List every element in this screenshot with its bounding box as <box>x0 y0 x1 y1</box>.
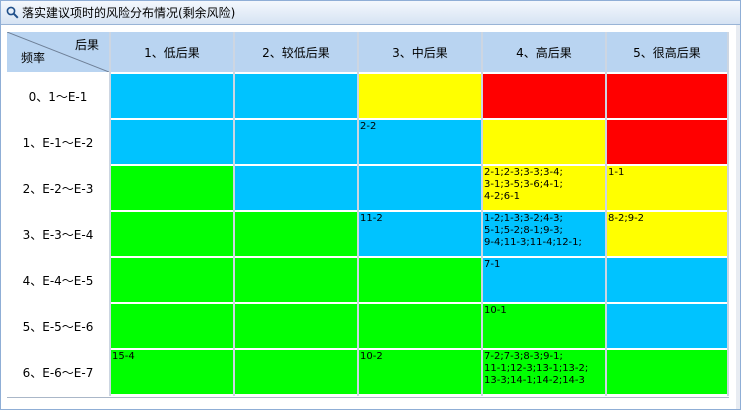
risk-cell-r1-c4[interactable] <box>483 120 605 164</box>
risk-matrix-panel: 落实建议项时的风险分布情况(剩余风险) 后果 频率 1、低后果 2、较低后果 3、中后果… <box>0 0 741 410</box>
risk-cell-r1-c1[interactable] <box>111 120 233 164</box>
grid-column-line <box>109 32 111 396</box>
risk-cell-r1-c5[interactable] <box>607 120 727 164</box>
corner-frequency-label: 频率 <box>21 51 46 65</box>
panel-title: 落实建议项时的风险分布情况(剩余风险) <box>22 6 236 20</box>
risk-cell-r4-c4[interactable]: 7-1 <box>483 258 605 302</box>
risk-cell-r5-c5[interactable] <box>607 304 727 348</box>
risk-cell-r2-c5[interactable]: 1-1 <box>607 166 727 210</box>
risk-cell-r3-c5[interactable]: 8-2;9-2 <box>607 212 727 256</box>
grid-column-line <box>605 32 607 396</box>
row-header-0[interactable]: 0、1～E-1 <box>7 74 109 118</box>
column-header-5[interactable]: 5、很高后果 <box>607 32 727 72</box>
risk-cell-items: 8-2;9-2 <box>608 213 645 224</box>
risk-cell-items: 10-1 <box>484 305 507 316</box>
row-header-1[interactable]: 1、E-1～E-2 <box>7 120 109 164</box>
row-header-3[interactable]: 3、E-3～E-4 <box>7 212 109 256</box>
risk-cell-r0-c5[interactable] <box>607 74 727 118</box>
row-header-2[interactable]: 2、E-2～E-3 <box>7 166 109 210</box>
risk-cell-r3-c1[interactable] <box>111 212 233 256</box>
column-header-1[interactable]: 1、低后果 <box>111 32 233 72</box>
risk-cell-r6-c2[interactable] <box>235 350 357 394</box>
risk-cell-r6-c1[interactable]: 15-4 <box>111 350 233 394</box>
risk-cell-r2-c1[interactable] <box>111 166 233 210</box>
column-header-4[interactable]: 4、高后果 <box>483 32 605 72</box>
corner-consequence-label: 后果 <box>74 38 99 52</box>
panel-titlebar: 落实建议项时的风险分布情况(剩余风险) <box>1 1 740 25</box>
column-header-3[interactable]: 3、中后果 <box>359 32 481 72</box>
risk-cell-items: 7-1 <box>484 259 501 270</box>
risk-cell-items: 7-2;7-3;8-3;9-1; 11-1;12-3;13-1;13-2; 13… <box>484 351 589 386</box>
row-header-4[interactable]: 4、E-4～E-5 <box>7 258 109 302</box>
risk-cell-r2-c3[interactable] <box>359 166 481 210</box>
risk-cell-r4-c5[interactable] <box>607 258 727 302</box>
risk-cell-items: 15-4 <box>112 351 135 362</box>
risk-cell-items: 10-2 <box>360 351 383 362</box>
risk-cell-r0-c4[interactable] <box>483 74 605 118</box>
grid-column-line <box>481 32 483 396</box>
risk-cell-items: 1-1 <box>608 167 625 178</box>
risk-cell-r6-c3[interactable]: 10-2 <box>359 350 481 394</box>
matrix-corner-header: 后果频率 <box>7 32 109 72</box>
risk-cell-r4-c1[interactable] <box>111 258 233 302</box>
risk-cell-r6-c5[interactable] <box>607 350 727 394</box>
risk-cell-r2-c2[interactable] <box>235 166 357 210</box>
risk-cell-items: 2-2 <box>360 121 377 132</box>
risk-cell-r1-c3[interactable]: 2-2 <box>359 120 481 164</box>
risk-cell-r5-c1[interactable] <box>111 304 233 348</box>
column-header-2[interactable]: 2、较低后果 <box>235 32 357 72</box>
risk-cell-r1-c2[interactable] <box>235 120 357 164</box>
risk-cell-r5-c3[interactable] <box>359 304 481 348</box>
grid-column-line <box>357 32 359 396</box>
risk-cell-r2-c4[interactable]: 2-1;2-3;3-3;3-4; 3-1;3-5;3-6;4-1; 4-2;6-… <box>483 166 605 210</box>
risk-cell-r4-c2[interactable] <box>235 258 357 302</box>
risk-cell-items: 2-1;2-3;3-3;3-4; 3-1;3-5;3-6;4-1; 4-2;6-… <box>484 167 563 202</box>
risk-cell-r5-c2[interactable] <box>235 304 357 348</box>
risk-cell-r3-c2[interactable] <box>235 212 357 256</box>
grid-column-line <box>727 32 729 396</box>
risk-cell-items: 11-2 <box>360 213 383 224</box>
risk-cell-r0-c1[interactable] <box>111 74 233 118</box>
row-header-6[interactable]: 6、E-6～E-7 <box>7 350 109 394</box>
vertical-scrollbar-track[interactable] <box>736 25 740 409</box>
search-icon <box>4 5 20 21</box>
grid-bottom-border <box>7 397 729 398</box>
risk-cell-r6-c4[interactable]: 7-2;7-3;8-3;9-1; 11-1;12-3;13-1;13-2; 13… <box>483 350 605 394</box>
risk-cell-r5-c4[interactable]: 10-1 <box>483 304 605 348</box>
risk-cell-r4-c3[interactable] <box>359 258 481 302</box>
risk-cell-r3-c4[interactable]: 1-2;1-3;3-2;4-3; 5-1;5-2;8-1;9-3; 9-4;11… <box>483 212 605 256</box>
risk-cell-r3-c3[interactable]: 11-2 <box>359 212 481 256</box>
risk-cell-r0-c3[interactable] <box>359 74 481 118</box>
risk-cell-items: 1-2;1-3;3-2;4-3; 5-1;5-2;8-1;9-3; 9-4;11… <box>484 213 582 248</box>
risk-cell-r0-c2[interactable] <box>235 74 357 118</box>
row-header-5[interactable]: 5、E-5～E-6 <box>7 304 109 348</box>
grid-column-line <box>233 32 235 396</box>
